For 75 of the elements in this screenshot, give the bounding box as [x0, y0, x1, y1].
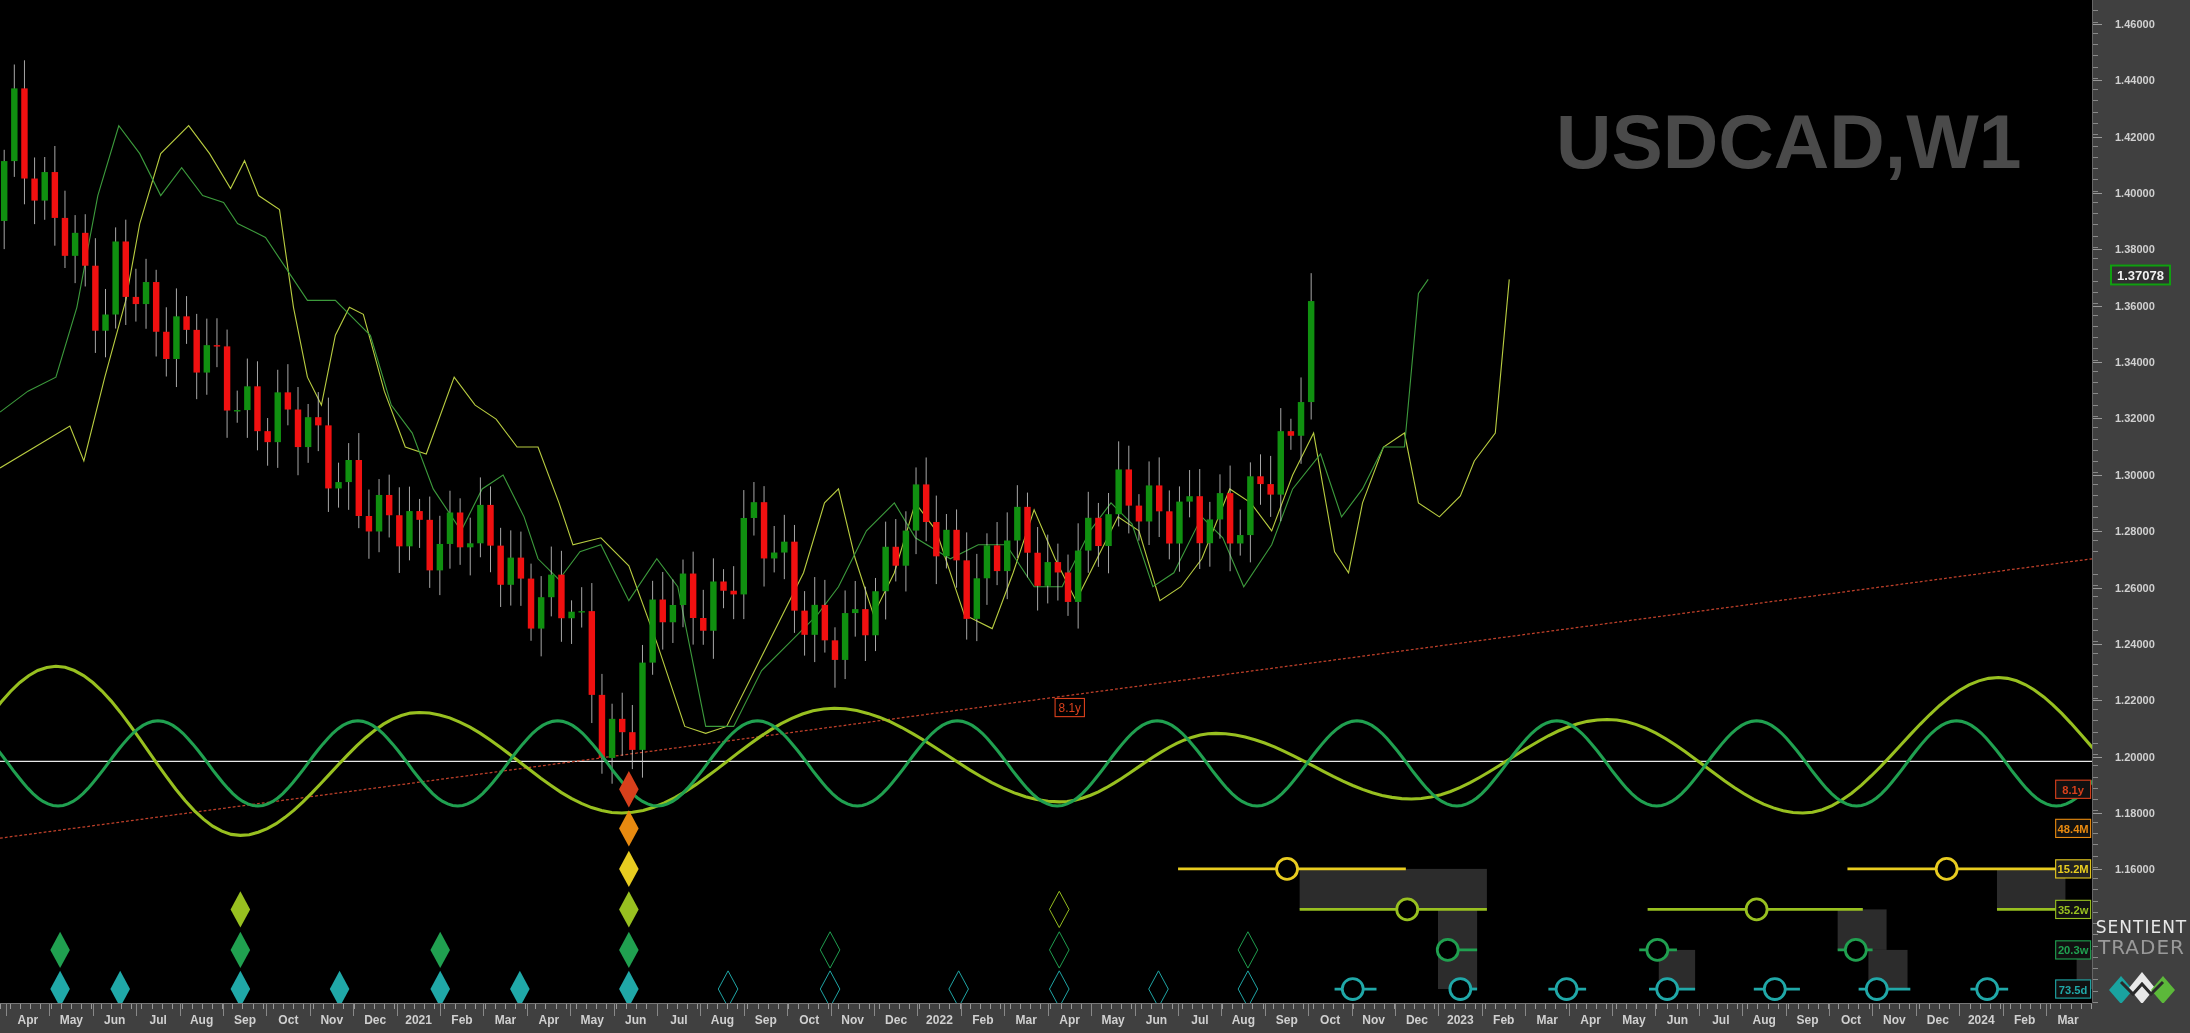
time-tick-label: Dec [885, 1013, 908, 1027]
time-tick-label: Apr [17, 1013, 39, 1027]
price-tick-label: 1.32000 [2115, 412, 2155, 425]
time-tick-label: Dec [1405, 1013, 1428, 1027]
time-tick-label: 2024 [1967, 1013, 1995, 1027]
time-tick-label: Jun [624, 1013, 647, 1027]
time-tick-label: Sep [233, 1013, 256, 1027]
cycle-label: 35.2w [2055, 899, 2092, 920]
logo-text: TRADER [2098, 936, 2185, 958]
logo-text: SENTIENT [2095, 918, 2188, 936]
time-tick-label: Apr [1059, 1013, 1080, 1027]
trendline-label: 8.1y [1054, 697, 1085, 718]
price-tick-label: 1.24000 [2115, 637, 2155, 650]
time-tick-label: Nov [841, 1013, 864, 1027]
time-tick-label: Dec [1926, 1013, 1949, 1027]
time-tick-label: Mar [1015, 1013, 1037, 1027]
cycle-label: 73.5d [2055, 979, 2092, 999]
price-tick-label: 1.18000 [2115, 806, 2155, 819]
time-tick-label: Apr [1580, 1013, 1601, 1027]
time-tick-label: Aug [189, 1013, 214, 1027]
time-tick-label: May [1622, 1013, 1646, 1027]
price-tick-label: 1.38000 [2115, 243, 2155, 256]
price-tick-label: 1.44000 [2115, 74, 2155, 87]
time-tick-label: May [580, 1013, 604, 1027]
price-tick-label: 1.20000 [2115, 750, 2155, 763]
time-tick-label: Dec [364, 1013, 387, 1027]
time-tick-label: Jul [1191, 1013, 1209, 1027]
time-tick-label: Aug [1231, 1013, 1255, 1027]
price-tick-label: 1.46000 [2115, 18, 2155, 30]
time-tick-label: Oct [1320, 1013, 1341, 1027]
time-tick-label: May [1101, 1013, 1125, 1027]
time-tick-label: Sep [1796, 1013, 1819, 1027]
time-tick-label: Apr [538, 1013, 560, 1027]
time-tick-label: 2023 [1447, 1013, 1474, 1027]
time-tick-label: Jul [670, 1013, 688, 1027]
time-tick-label: Mar [1536, 1013, 1558, 1027]
time-tick-label: Jun [1666, 1013, 1689, 1027]
time-tick-label: Jun [1145, 1013, 1168, 1027]
time-tick-label: Feb [2013, 1013, 2036, 1027]
price-tick-label: 1.30000 [2115, 468, 2155, 481]
time-tick-label: Feb [972, 1013, 994, 1027]
time-tick-label: Mar [2057, 1013, 2079, 1027]
price-tick-label: 1.26000 [2115, 581, 2155, 594]
price-tick-label: 1.34000 [2115, 356, 2155, 369]
time-tick-label: Aug [1752, 1013, 1776, 1027]
time-tick-label: Oct [799, 1013, 820, 1027]
time-tick-label: Aug [710, 1013, 735, 1027]
time-tick-label: Jul [149, 1013, 167, 1027]
time-tick-label: Nov [320, 1013, 344, 1027]
time-tick-label: Nov [1362, 1013, 1385, 1027]
time-tick-label: 2022 [926, 1013, 953, 1027]
time-tick-label: Oct [278, 1013, 299, 1027]
price-tick-label: 1.28000 [2115, 525, 2155, 538]
symbol-watermark: USDCAD,W1 [1556, 97, 2022, 184]
time-tick-label: Nov [1883, 1013, 1906, 1027]
time-tick-label: Mar [494, 1013, 517, 1027]
cycle-label: 20.3w [2055, 940, 2092, 960]
price-tick-label: 1.22000 [2115, 694, 2155, 707]
time-tick-label: May [59, 1013, 83, 1027]
time-tick-label: 2021 [405, 1013, 432, 1027]
time-tick-label: Feb [451, 1013, 473, 1027]
time-tick-label: Oct [1841, 1013, 1861, 1027]
price-tick-label: 1.42000 [2115, 130, 2155, 143]
time-tick-label: Sep [754, 1013, 777, 1027]
price-tick-label: 1.40000 [2115, 187, 2155, 200]
time-tick-label: Sep [1275, 1013, 1298, 1027]
price-tick-label: 1.16000 [2115, 863, 2155, 876]
cycle-label: 8.1y [2055, 779, 2092, 799]
time-tick-label: Jun [104, 1013, 126, 1027]
time-tick-label: Jul [1712, 1013, 1730, 1027]
cycle-label: 48.4M [2055, 818, 2092, 838]
price-tick-label: 1.36000 [2115, 299, 2155, 312]
time-tick-label: Feb [1493, 1013, 1515, 1027]
last-price-label: 1.37078 [2110, 264, 2171, 286]
cycle-label: 15.2M [2055, 859, 2092, 879]
